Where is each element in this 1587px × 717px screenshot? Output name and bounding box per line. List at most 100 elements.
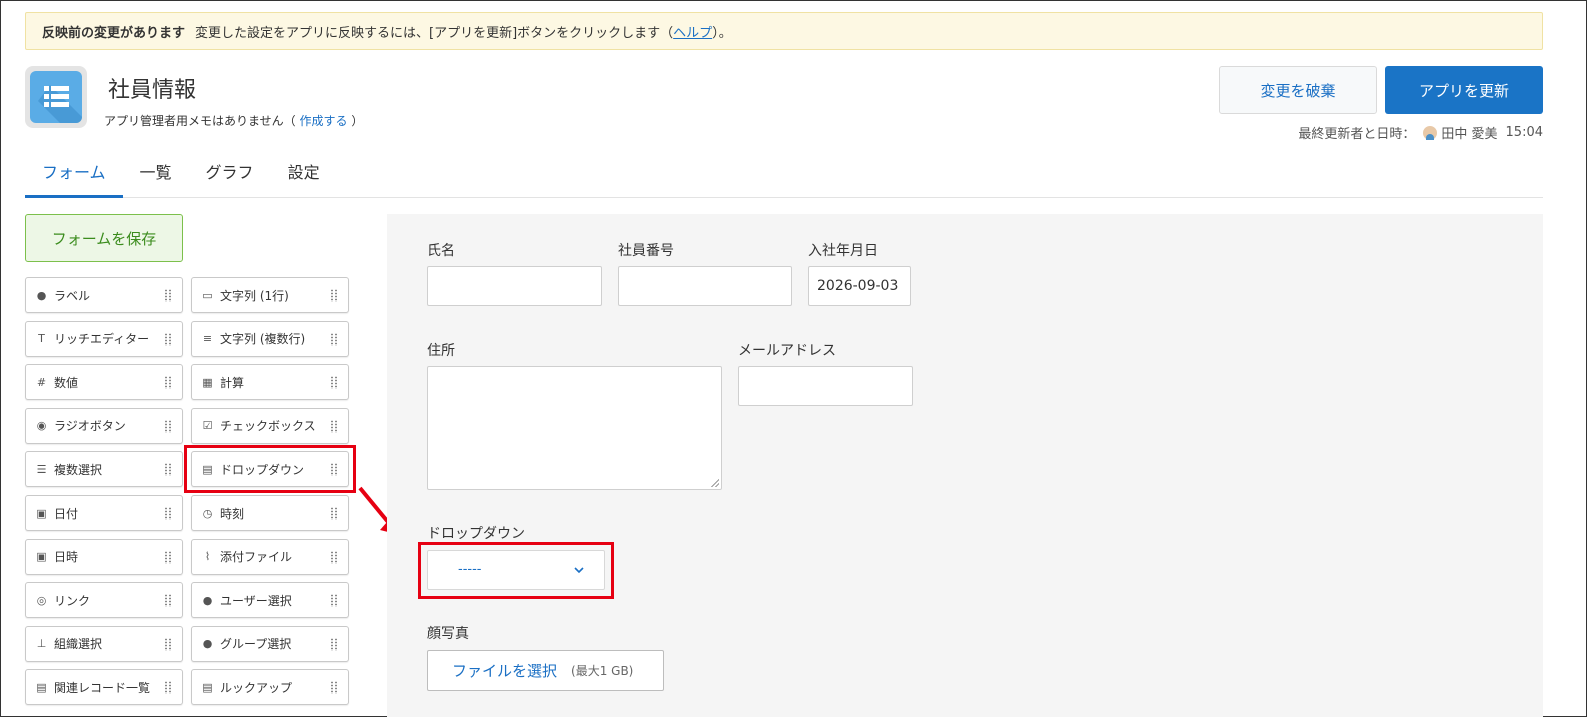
tab-list[interactable]: 一覧 <box>123 150 189 198</box>
file-select-button[interactable]: ファイルを選択 (最大1 GB) <box>427 650 664 691</box>
drag-handle-icon[interactable] <box>164 419 172 433</box>
highlight-dropdown-palette <box>184 445 356 493</box>
discard-changes-button[interactable]: 変更を破棄 <box>1219 66 1377 114</box>
palette-item[interactable]: ☰ 複数選択 <box>25 451 183 488</box>
palette-item-label: 文字列 (複数行) <box>220 332 306 347</box>
resize-handle-icon[interactable] <box>711 479 719 487</box>
palette-item[interactable]: ▦ 計算 <box>191 364 349 401</box>
palette-item-label: 時刻 <box>220 506 245 521</box>
address-label: 住所 <box>427 343 455 359</box>
drag-handle-icon[interactable] <box>330 332 338 346</box>
drag-handle-icon[interactable] <box>164 289 172 302</box>
palette-item-label: ユーザー選択 <box>220 593 292 608</box>
palette-item-label: ラジオボタン <box>54 419 126 434</box>
last-updated-user[interactable]: 田中 愛美 <box>1441 123 1497 142</box>
name-label: 氏名 <box>427 243 455 259</box>
palette-item[interactable]: ◉ ラジオボタン <box>25 407 183 444</box>
drag-handle-icon[interactable] <box>330 507 338 520</box>
palette-item[interactable]: ⌇ 添付ファイル <box>191 538 349 575</box>
palette-item-label: リンク <box>54 593 91 608</box>
palette-item-label: 日付 <box>54 506 79 521</box>
drag-handle-icon[interactable] <box>164 637 172 651</box>
palette-item-label: リッチエディター <box>54 332 150 347</box>
palette-item-label: 文字列 (1行) <box>220 288 289 303</box>
palette-item-label: ラベル <box>54 288 91 303</box>
related-records-icon: ▤ <box>36 680 47 694</box>
user-icon: ● <box>202 593 213 607</box>
app-icon <box>25 66 87 128</box>
palette-item[interactable]: ▤ ルックアップ <box>191 669 349 706</box>
join-date-field[interactable]: 2026-09-03 <box>808 266 911 306</box>
save-form-button[interactable]: フォームを保存 <box>25 214 183 262</box>
drag-handle-icon[interactable] <box>164 594 172 608</box>
email-field[interactable] <box>738 366 913 406</box>
last-updated-label: 最終更新者と日時： <box>1298 127 1416 142</box>
tab-form[interactable]: フォーム <box>25 150 123 198</box>
palette-item[interactable]: ● ユーザー選択 <box>191 582 349 619</box>
number-icon: # <box>36 375 47 389</box>
tag-icon: ● <box>36 288 47 302</box>
clock-icon: ◷ <box>202 506 213 520</box>
calculator-icon: ▦ <box>202 375 213 389</box>
group-icon: ● <box>202 637 213 651</box>
palette-item-label: 複数選択 <box>54 462 103 477</box>
palette-item[interactable]: ◎ リンク <box>25 582 183 619</box>
memo-prefix: アプリ管理者用メモはありません（ <box>104 114 296 128</box>
palette-item[interactable]: ≡ 文字列 (複数行) <box>191 320 349 357</box>
settings-tabs: フォーム 一覧 グラフ 設定 <box>25 150 1543 198</box>
last-updated: 最終更新者と日時： 田中 愛美 15:04 <box>1298 123 1543 142</box>
employee-no-label: 社員番号 <box>618 243 674 259</box>
radio-icon: ◉ <box>36 419 47 433</box>
drag-handle-icon[interactable] <box>164 681 172 695</box>
tab-settings[interactable]: 設定 <box>271 150 337 198</box>
email-label: メールアドレス <box>738 343 836 359</box>
rich-text-icon: T <box>38 332 45 346</box>
banner-suffix: ）。 <box>712 25 732 41</box>
tab-graph[interactable]: グラフ <box>189 150 271 198</box>
palette-item-label: 計算 <box>220 375 245 390</box>
highlight-dropdown-field <box>418 542 614 599</box>
drag-handle-icon[interactable] <box>330 594 338 608</box>
palette-item-label: 組織選択 <box>54 637 103 652</box>
banner-message: 変更した設定をアプリに反映するには、[アプリを更新]ボタンをクリックします（ <box>195 25 674 41</box>
palette-item[interactable]: ⊥ 組織選択 <box>25 625 183 662</box>
palette-item[interactable]: ● グループ選択 <box>191 625 349 662</box>
drag-handle-icon[interactable] <box>164 507 172 520</box>
drag-handle-icon[interactable] <box>330 289 338 302</box>
unsaved-changes-banner: 反映前の変更があります 変更した設定をアプリに反映するには、[アプリを更新]ボタ… <box>25 12 1543 50</box>
drag-handle-icon[interactable] <box>164 332 172 346</box>
palette-item[interactable]: ▤ 関連レコード一覧 <box>25 669 183 706</box>
last-updated-time: 15:04 <box>1505 125 1543 140</box>
create-memo-link[interactable]: 作成する <box>299 114 347 128</box>
drag-handle-icon[interactable] <box>164 550 172 564</box>
app-title: 社員情報 <box>108 78 197 103</box>
banner-title: 反映前の変更があります <box>42 25 186 41</box>
drag-handle-icon[interactable] <box>330 681 338 695</box>
palette-item[interactable]: ● ラベル <box>25 277 183 313</box>
palette-item[interactable]: ◷ 時刻 <box>191 495 349 531</box>
palette-item[interactable]: T リッチエディター <box>25 320 183 357</box>
drag-handle-icon[interactable] <box>164 463 172 477</box>
drag-handle-icon[interactable] <box>164 376 172 390</box>
address-field[interactable] <box>427 366 722 490</box>
checkbox-icon: ☑ <box>202 419 213 433</box>
name-field[interactable] <box>427 266 602 306</box>
drag-handle-icon[interactable] <box>330 637 338 651</box>
drag-handle-icon[interactable] <box>330 376 338 390</box>
drag-handle-icon[interactable] <box>330 419 338 433</box>
employee-no-field[interactable] <box>618 266 792 306</box>
palette-item-label: チェックボックス <box>220 419 316 434</box>
palette-item[interactable]: ▭ 文字列 (1行) <box>191 277 349 313</box>
help-link[interactable]: ヘルプ <box>673 22 712 41</box>
palette-item[interactable]: ☑ チェックボックス <box>191 407 349 444</box>
palette-item[interactable]: ▣ 日時 <box>25 538 183 575</box>
palette-item-label: グループ選択 <box>220 637 292 652</box>
palette-item[interactable]: ▣ 日付 <box>25 495 183 531</box>
update-app-button[interactable]: アプリを更新 <box>1385 66 1543 114</box>
palette-item-label: 添付ファイル <box>220 550 293 565</box>
calendar-icon: ▣ <box>36 506 47 520</box>
palette-item[interactable]: # 数値 <box>25 364 183 401</box>
drag-handle-icon[interactable] <box>330 550 338 564</box>
palette-item-label: 関連レコード一覧 <box>54 680 151 695</box>
file-select-label: ファイルを選択 <box>452 662 558 680</box>
